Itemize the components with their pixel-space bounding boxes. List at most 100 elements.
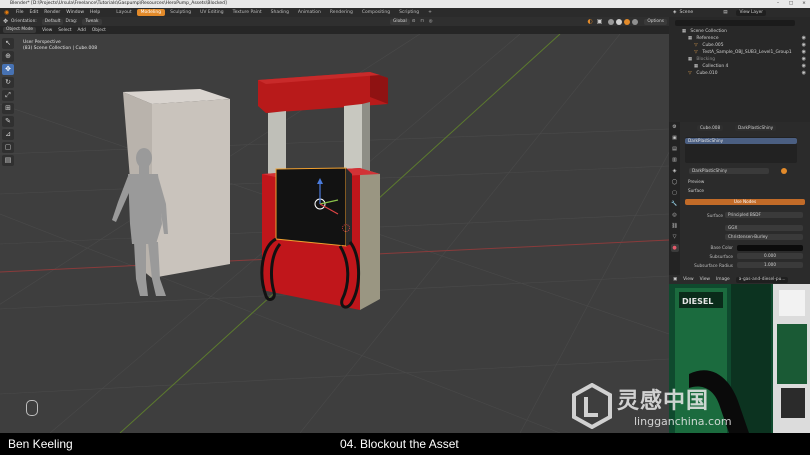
- maximize-icon[interactable]: □: [785, 0, 797, 8]
- preview-section[interactable]: Preview: [685, 179, 707, 185]
- object-mode-dropdown[interactable]: Object Mode: [3, 27, 37, 33]
- outliner-search-input[interactable]: [675, 20, 795, 26]
- menu-edit[interactable]: Edit: [30, 10, 39, 15]
- render-props-icon[interactable]: ▣: [671, 134, 679, 142]
- measure-icon[interactable]: ⊿: [2, 129, 14, 140]
- outliner-row-cube-005[interactable]: ▽ Cube.005 ◉: [669, 42, 810, 49]
- blender-logo-icon[interactable]: ◉: [4, 9, 12, 16]
- scale-icon[interactable]: ⤢: [2, 90, 14, 101]
- eye-icon[interactable]: ◉: [802, 49, 806, 56]
- extrude-icon[interactable]: ▤: [2, 155, 14, 166]
- subsurface-method-dropdown[interactable]: Christensen-Burley: [725, 234, 803, 240]
- add-workspace-button[interactable]: +: [424, 9, 436, 16]
- outliner-row-reference[interactable]: ▦ Reference ◉: [669, 35, 810, 42]
- 3d-viewport[interactable]: User Perspective (83) Scene Collection |…: [0, 34, 669, 433]
- object-props-icon[interactable]: ▢: [671, 189, 679, 197]
- annotate-icon[interactable]: ✎: [2, 116, 14, 127]
- menu-window[interactable]: Window: [66, 10, 84, 15]
- overlay-icon[interactable]: ◐: [587, 18, 592, 25]
- snap-icon[interactable]: ⊓: [420, 19, 423, 24]
- xray-icon[interactable]: ▣: [597, 18, 603, 25]
- scene-selector[interactable]: Scene: [679, 10, 693, 15]
- tab-animation[interactable]: Animation: [294, 9, 325, 16]
- tab-layout[interactable]: Layout: [112, 9, 135, 16]
- menu-help[interactable]: Help: [90, 10, 100, 15]
- eye-icon[interactable]: ◉: [802, 35, 806, 42]
- menu-select[interactable]: Select: [58, 28, 71, 33]
- menu-view[interactable]: View: [42, 28, 52, 33]
- tab-rendering[interactable]: Rendering: [326, 9, 357, 16]
- material-selector[interactable]: DarkPlasticShiny: [689, 168, 769, 174]
- material-shading-icon[interactable]: [624, 18, 631, 25]
- pivot-icon[interactable]: ⊙: [412, 19, 416, 24]
- orientation-dropdown[interactable]: Default: [41, 18, 64, 25]
- proportional-icon[interactable]: ◎: [429, 19, 433, 24]
- tab-modeling[interactable]: Modeling: [136, 9, 166, 16]
- material-props-icon[interactable]: ●: [670, 244, 679, 252]
- menu-object[interactable]: Object: [92, 28, 106, 33]
- outliner-row-collection-4[interactable]: ▦ Collection 4 ◉: [669, 63, 810, 70]
- distribution-dropdown[interactable]: GGX: [725, 225, 803, 231]
- view-layer-props-icon[interactable]: ▥: [671, 156, 679, 164]
- eye-icon[interactable]: ◉: [802, 63, 806, 70]
- menu-render[interactable]: Render: [44, 10, 60, 15]
- output-props-icon[interactable]: ▤: [671, 145, 679, 153]
- menu-file[interactable]: File: [16, 10, 24, 15]
- tab-compositing[interactable]: Compositing: [358, 9, 394, 16]
- base-color-swatch[interactable]: [737, 245, 803, 251]
- material-name-field[interactable]: DarkPlasticShiny: [735, 125, 777, 131]
- tweak-icon[interactable]: ↖: [2, 38, 14, 49]
- world-props-icon[interactable]: ◯: [671, 178, 679, 186]
- outliner-row-blocking[interactable]: ▦ Blocking ◉: [669, 56, 810, 63]
- material-color-icon[interactable]: [781, 168, 787, 174]
- transform-icon[interactable]: ⊞: [2, 103, 14, 114]
- drag-dropdown[interactable]: Tweak: [82, 18, 102, 25]
- modifier-props-icon[interactable]: 🔧: [671, 200, 679, 208]
- collection-info: (83) Scene Collection | Cube.008: [23, 46, 98, 51]
- outliner-row-sample-obj[interactable]: ▽ TestA_Sample_OBJ_SUB3_Level1_Group1 ◉: [669, 49, 810, 56]
- surface-section[interactable]: Surface: [685, 188, 707, 194]
- material-slot-list[interactable]: DarkPlasticShiny: [685, 137, 797, 163]
- add-cube-icon[interactable]: ▢: [2, 142, 14, 153]
- data-props-icon[interactable]: ▽: [671, 233, 679, 241]
- tab-scripting[interactable]: Scripting: [395, 9, 423, 16]
- transform-gizmo-icon[interactable]: ✥: [3, 18, 8, 25]
- menu-add[interactable]: Add: [78, 28, 86, 33]
- image-name-field[interactable]: a-gas-and-diesel-pu...: [735, 276, 789, 283]
- mesh-icon: ▽: [694, 50, 698, 55]
- rendered-shading-icon[interactable]: [632, 18, 639, 25]
- scene-props-icon[interactable]: ◈: [671, 167, 679, 175]
- move-icon[interactable]: ✥: [2, 64, 14, 75]
- image-menu-view-2[interactable]: View: [700, 277, 710, 282]
- tab-uv-editing[interactable]: UV Editing: [196, 9, 227, 16]
- use-nodes-button[interactable]: Use Nodes: [685, 199, 805, 205]
- tab-shading[interactable]: Shading: [267, 9, 293, 16]
- physics-props-icon[interactable]: ◎: [671, 211, 679, 219]
- material-slot[interactable]: DarkPlasticShiny: [685, 138, 797, 144]
- solid-shading-icon[interactable]: [616, 18, 623, 25]
- eye-icon[interactable]: ◉: [802, 42, 806, 49]
- tab-texture-paint[interactable]: Texture Paint: [229, 9, 266, 16]
- tab-sculpting[interactable]: Sculpting: [166, 9, 195, 16]
- close-icon[interactable]: ×: [798, 0, 810, 8]
- image-menu-image[interactable]: Image: [716, 277, 730, 282]
- image-menu-view[interactable]: View: [683, 277, 693, 282]
- subsurface-value-field[interactable]: 0.000: [737, 253, 803, 259]
- tool-props-icon[interactable]: ⚙: [671, 123, 679, 131]
- outliner-row-cube-010[interactable]: ▽ Cube.010 ◉: [669, 70, 810, 77]
- options-button[interactable]: Options: [644, 18, 667, 25]
- subsurface-radius-field[interactable]: 1.000: [737, 262, 803, 268]
- cursor-icon[interactable]: ⊕: [2, 51, 14, 62]
- wireframe-shading-icon[interactable]: [608, 18, 615, 25]
- constraint-props-icon[interactable]: ⛓: [671, 222, 679, 230]
- view-layer-selector[interactable]: View Layer: [736, 9, 767, 16]
- outliner-row-scene-collection[interactable]: ▦ Scene Collection: [669, 28, 810, 35]
- transform-orientation-dropdown[interactable]: Global: [390, 18, 410, 25]
- image-editor-type-icon[interactable]: ▣: [673, 277, 677, 282]
- object-name-field[interactable]: Cube.008: [697, 125, 724, 131]
- eye-icon[interactable]: ◉: [802, 70, 806, 77]
- rotate-icon[interactable]: ↻: [2, 77, 14, 88]
- minimize-icon[interactable]: –: [772, 0, 784, 8]
- eye-icon[interactable]: ◉: [802, 56, 806, 63]
- surface-shader-field[interactable]: Principled BSDF: [725, 212, 803, 218]
